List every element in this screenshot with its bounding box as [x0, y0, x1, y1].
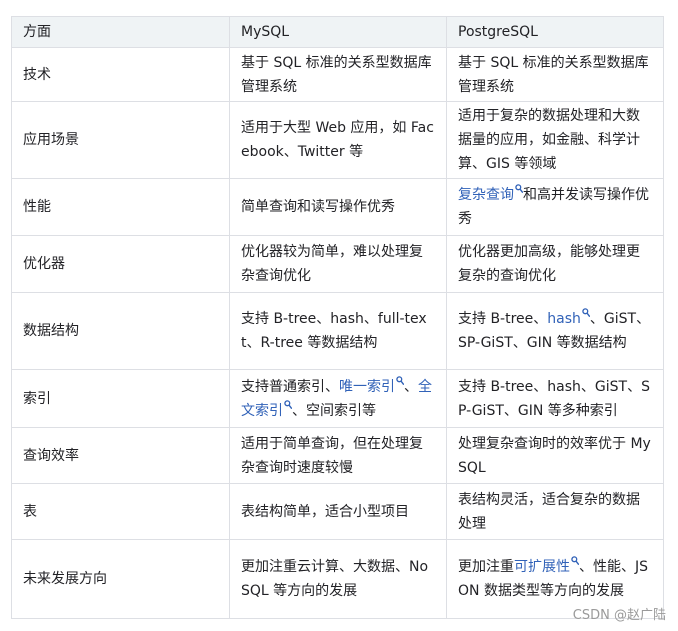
postgresql-cell: 优化器更加高级，能够处理更复杂的查询优化	[446, 235, 664, 293]
keyword-link-label: 唯一索引	[339, 378, 395, 395]
cell-text: 支持 B-tree、hash、full-text、R-tree 等数据结构	[241, 311, 427, 351]
keyword-link-label: 可扩展性	[514, 559, 570, 575]
aspect-cell: 索引	[11, 369, 230, 428]
search-icon	[284, 399, 292, 409]
table-header-row: 方面 MySQL PostgreSQL	[11, 16, 664, 48]
search-icon	[582, 308, 590, 317]
keyword-link-label: 复杂查询	[458, 187, 514, 203]
header-mysql: MySQL	[229, 16, 447, 48]
search-icon	[515, 184, 523, 193]
cell-text: 适用于大型 Web 应用，如 Facebook、Twitter 等	[241, 120, 434, 160]
table-row: 优化器 优化器较为简单，难以处理复杂查询优化 优化器更加高级，能够处理更复杂的查…	[11, 235, 664, 293]
mysql-cell: 更加注重云计算、大数据、NoSQL 等方向的发展	[229, 539, 447, 619]
cell-text: 支持 B-tree、	[458, 311, 548, 327]
aspect-cell: 查询效率	[11, 427, 230, 484]
header-postgresql: PostgreSQL	[446, 16, 664, 48]
header-aspect: 方面	[11, 16, 230, 48]
mysql-cell: 适用于大型 Web 应用，如 Facebook、Twitter 等	[229, 101, 447, 179]
aspect-cell: 优化器	[11, 235, 230, 293]
cell-text: 优化器更加高级，能够处理更复杂的查询优化	[458, 244, 640, 284]
postgresql-cell: 表结构灵活，适合复杂的数据处理	[446, 483, 664, 540]
cell-text: 基于 SQL 标准的关系型数据库管理系统	[241, 54, 432, 95]
table-row: 应用场景 适用于大型 Web 应用，如 Facebook、Twitter 等 适…	[11, 101, 664, 179]
cell-text: 优化器较为简单，难以处理复杂查询优化	[241, 244, 423, 284]
mysql-cell: 适用于简单查询，但在处理复杂查询时速度较慢	[229, 427, 447, 484]
page: 方面 MySQL PostgreSQL 技术 基于 SQL 标准的关系型数据库管…	[0, 0, 678, 631]
table-row: 性能 简单查询和读写操作优秀 复杂查询 和高并发读写操作优秀	[11, 178, 664, 236]
aspect-cell: 数据结构	[11, 292, 230, 370]
table-row: 查询效率 适用于简单查询，但在处理复杂查询时速度较慢 处理复杂查询时的效率优于 …	[11, 427, 664, 484]
postgresql-cell: 处理复杂查询时的效率优于 MySQL	[446, 427, 664, 484]
aspect-cell: 性能	[11, 178, 230, 236]
mysql-cell: 优化器较为简单，难以处理复杂查询优化	[229, 235, 447, 293]
cell-text: 更加注重	[458, 559, 514, 575]
search-icon	[571, 556, 579, 565]
keyword-link[interactable]: hash	[547, 308, 590, 327]
mysql-cell: 基于 SQL 标准的关系型数据库管理系统	[229, 47, 447, 102]
postgresql-cell: 适用于复杂的数据处理和大数据量的应用，如金融、科学计算、GIS 等领域	[446, 101, 664, 179]
aspect-cell: 应用场景	[11, 101, 230, 179]
cell-text: 、空间索引等	[292, 402, 376, 419]
mysql-cell: 支持 B-tree、hash、full-text、R-tree 等数据结构	[229, 292, 447, 370]
table-body: 技术 基于 SQL 标准的关系型数据库管理系统 基于 SQL 标准的关系型数据库…	[11, 47, 664, 619]
mysql-cell: 表结构简单，适合小型项目	[229, 483, 447, 540]
cell-text: 适用于简单查询，但在处理复杂查询时速度较慢	[241, 435, 423, 476]
mysql-cell: 支持普通索引、唯一索引 、全文索引 、空间索引等	[229, 369, 447, 428]
watermark: CSDN @赵广陆	[572, 608, 666, 623]
cell-text: 支持 B-tree、hash、GiST、SP-GiST、GIN 等多种索引	[458, 378, 650, 419]
table-row: 未来发展方向 更加注重云计算、大数据、NoSQL 等方向的发展 更加注重可扩展性…	[11, 539, 664, 619]
table-row: 数据结构 支持 B-tree、hash、full-text、R-tree 等数据…	[11, 292, 664, 370]
keyword-link-label: hash	[547, 311, 581, 327]
postgresql-cell: 支持 B-tree、hash、GiST、SP-GiST、GIN 等多种索引	[446, 369, 664, 428]
cell-text: 表结构灵活，适合复杂的数据处理	[458, 491, 640, 532]
mysql-cell: 简单查询和读写操作优秀	[229, 178, 447, 236]
cell-text: 更加注重云计算、大数据、NoSQL 等方向的发展	[241, 559, 429, 599]
postgresql-cell: 复杂查询 和高并发读写操作优秀	[446, 178, 664, 236]
cell-text: 简单查询和读写操作优秀	[241, 199, 395, 215]
aspect-cell: 表	[11, 483, 230, 540]
keyword-link[interactable]: 复杂查询	[458, 184, 523, 203]
keyword-link[interactable]: 唯一索引	[339, 375, 404, 395]
cell-text: 表结构简单，适合小型项目	[241, 503, 409, 520]
table-row: 表 表结构简单，适合小型项目 表结构灵活，适合复杂的数据处理	[11, 483, 664, 540]
search-icon	[396, 375, 404, 385]
postgresql-cell: 支持 B-tree、hash 、GiST、SP-GiST、GIN 等数据结构	[446, 292, 664, 370]
postgresql-cell: 基于 SQL 标准的关系型数据库管理系统	[446, 47, 664, 102]
aspect-cell: 未来发展方向	[11, 539, 230, 619]
table-row: 技术 基于 SQL 标准的关系型数据库管理系统 基于 SQL 标准的关系型数据库…	[11, 47, 664, 102]
table-row: 索引 支持普通索引、唯一索引 、全文索引 、空间索引等 支持 B-tree、hash…	[11, 369, 664, 428]
keyword-link[interactable]: 可扩展性	[514, 556, 579, 575]
cell-text: 处理复杂查询时的效率优于 MySQL	[458, 435, 651, 476]
cell-text: 、	[404, 378, 418, 395]
cell-text: 支持普通索引、	[241, 378, 339, 395]
cell-text: 适用于复杂的数据处理和大数据量的应用，如金融、科学计算、GIS 等领域	[458, 108, 640, 172]
comparison-table: 方面 MySQL PostgreSQL 技术 基于 SQL 标准的关系型数据库管…	[11, 16, 664, 619]
cell-text: 基于 SQL 标准的关系型数据库管理系统	[458, 54, 649, 95]
aspect-cell: 技术	[11, 47, 230, 102]
